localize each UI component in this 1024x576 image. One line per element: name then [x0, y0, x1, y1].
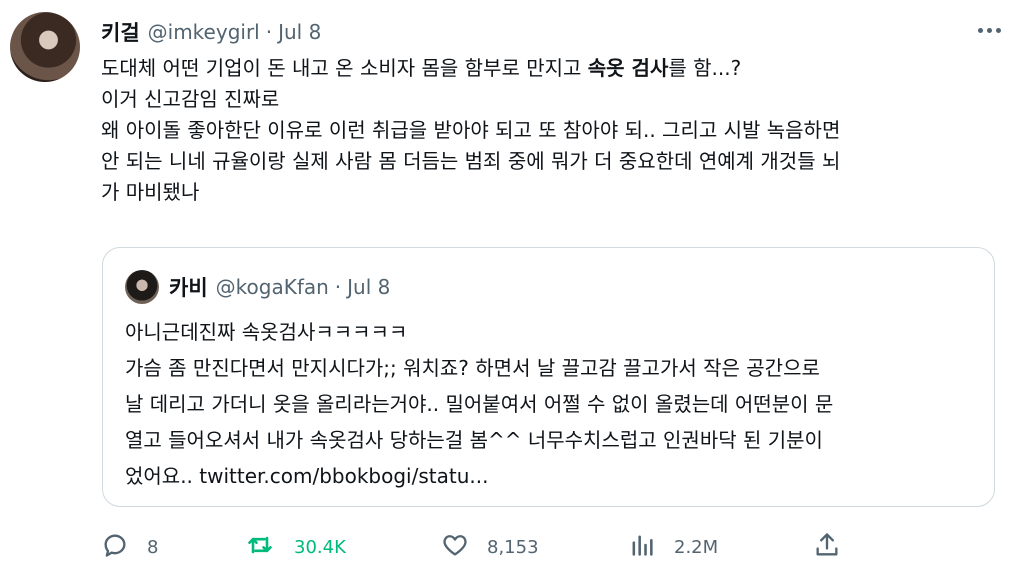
share-icon	[813, 531, 841, 563]
quoted-date: Jul 8	[347, 275, 391, 299]
retweet-count: 30.4K	[294, 536, 346, 558]
tweet-date[interactable]: Jul 8	[278, 20, 321, 44]
tweet-text-segment: 를 함...?	[668, 56, 742, 80]
quoted-line: 날 데리고 가더니 옷을 올리라는거야.. 밀어붙여서 어쩔 수 없이 올렸는데…	[125, 392, 834, 416]
separator-dot: ·	[265, 20, 273, 44]
like-count: 8,153	[487, 536, 539, 558]
quoted-line: 었어요.. twitter.com/bbokbogi/statu...	[125, 464, 489, 488]
display-name[interactable]: 키걸	[101, 17, 140, 47]
tweet-line: 도대체 어떤 기업이 돈 내고 온 소비자 몸을 함부로 만지고 속옷 검사를 …	[101, 53, 991, 84]
view-count: 2.2M	[674, 536, 719, 558]
tweet-text-segment: 도대체 어떤 기업이 돈 내고 온 소비자 몸을 함부로 만지고	[101, 56, 588, 80]
reply-icon	[101, 531, 129, 563]
tweet-line: 이거 신고감임 진짜로	[101, 87, 280, 111]
like-button[interactable]: 8,153	[441, 528, 539, 566]
retweet-icon	[246, 531, 274, 563]
user-handle[interactable]: @imkeygirl	[148, 20, 260, 44]
views-icon	[628, 531, 656, 563]
quoted-tweet[interactable]: 카비 @kogaKfan · Jul 8 아니근데진짜 속옷검사ㅋㅋㅋㅋㅋ 가슴…	[102, 247, 995, 507]
tweet-line: 안 되는 니네 규율이랑 실제 사람 몸 더듬는 범죄 중에 뭐가 더 중요한데…	[101, 149, 841, 173]
reply-count: 8	[147, 536, 159, 558]
more-icon[interactable]	[974, 18, 1004, 42]
retweet-button[interactable]: 30.4K	[246, 528, 346, 566]
tweet-header: 키걸 @imkeygirl · Jul 8	[101, 16, 321, 48]
quoted-handle: @kogaKfan	[215, 275, 329, 299]
quoted-avatar	[125, 270, 159, 304]
views-button[interactable]: 2.2M	[628, 528, 718, 566]
avatar[interactable]	[10, 12, 80, 82]
quoted-line: 가슴 좀 만진다면서 만지시다가;; 워치죠? 하면서 날 끌고감 끌고가서 작…	[125, 356, 820, 380]
tweet-line: 왜 아이돌 좋아한단 이유로 이런 취급을 받아야 되고 또 참아야 되.. 그…	[101, 118, 841, 142]
separator-dot: ·	[334, 275, 342, 299]
tweet-text-bold: 속옷 검사	[587, 56, 669, 80]
quoted-text: 아니근데진짜 속옷검사ㅋㅋㅋㅋㅋ 가슴 좀 만진다면서 만지시다가;; 워치죠?…	[125, 314, 985, 494]
tweet-line: 가 마비됐나	[101, 180, 200, 204]
share-button[interactable]	[813, 528, 841, 566]
heart-icon	[441, 531, 469, 563]
quoted-line: 아니근데진짜 속옷검사ㅋㅋㅋㅋㅋ	[125, 320, 408, 344]
quoted-line: 열고 들어오셔서 내가 속옷검사 당하는걸 봄^^ 너무수치스럽고 인권바닥 된…	[125, 428, 823, 452]
tweet-text: 도대체 어떤 기업이 돈 내고 온 소비자 몸을 함부로 만지고 속옷 검사를 …	[101, 53, 991, 208]
action-bar: 8 30.4K 8,153 2.2M	[101, 528, 841, 566]
quoted-header: 카비 @kogaKfan · Jul 8	[169, 270, 390, 304]
quoted-display-name: 카비	[169, 276, 208, 300]
reply-button[interactable]: 8	[101, 528, 158, 566]
